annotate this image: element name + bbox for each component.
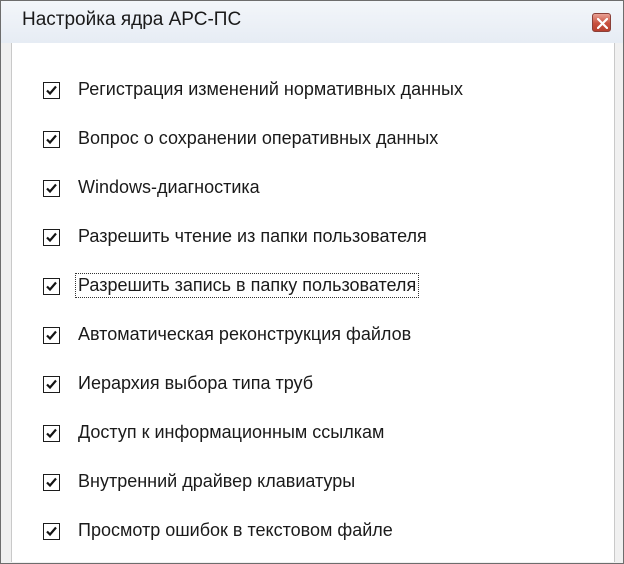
close-icon xyxy=(597,18,608,29)
option-windows-diagnostics[interactable]: Windows-диагностика xyxy=(12,170,602,204)
option-info-links-access[interactable]: Доступ к информационным ссылкам xyxy=(12,415,602,449)
checkmark-icon xyxy=(46,232,57,243)
option-allow-write-user-folder[interactable]: Разрешить запись в папку пользователя xyxy=(12,268,602,302)
checkbox[interactable] xyxy=(43,82,60,99)
option-view-errors-text-file[interactable]: Просмотр ошибок в текстовом файле xyxy=(12,513,602,547)
option-label: Просмотр ошибок в текстовом файле xyxy=(78,520,393,540)
checkmark-icon xyxy=(46,85,57,96)
option-label: Регистрация изменений нормативных данных xyxy=(78,79,463,99)
checkmark-icon xyxy=(46,134,57,145)
checkbox[interactable] xyxy=(43,229,60,246)
option-allow-read-user-folder[interactable]: Разрешить чтение из папки пользователя xyxy=(12,219,602,253)
option-label: Windows-диагностика xyxy=(78,177,260,197)
checkmark-icon xyxy=(46,526,57,537)
checkbox[interactable] xyxy=(43,376,60,393)
checkmark-icon xyxy=(46,477,57,488)
title-bar[interactable]: Настройка ядра АРС-ПС xyxy=(1,1,623,43)
checkbox[interactable] xyxy=(43,474,60,491)
checkbox[interactable] xyxy=(43,131,60,148)
option-auto-file-reconstruction[interactable]: Автоматическая реконструкция файлов xyxy=(12,317,602,351)
option-label: Иерархия выбора типа труб xyxy=(78,373,314,393)
option-label: Вопрос о сохранении оперативных данных xyxy=(78,128,439,148)
option-label: Разрешить чтение из папки пользователя xyxy=(78,226,427,246)
option-internal-keyboard-driver[interactable]: Внутренний драйвер клавиатуры xyxy=(12,464,602,498)
option-pipe-type-hierarchy[interactable]: Иерархия выбора типа труб xyxy=(12,366,602,400)
option-label: Внутренний драйвер клавиатуры xyxy=(78,471,356,491)
option-label: Разрешить запись в папку пользователя xyxy=(74,273,420,298)
option-ask-save-operative-data[interactable]: Вопрос о сохранении оперативных данных xyxy=(12,121,602,155)
dialog-title: Настройка ядра АРС-ПС xyxy=(22,9,242,30)
checkmark-icon xyxy=(46,281,57,292)
checkmark-icon xyxy=(46,379,57,390)
checkmark-icon xyxy=(46,330,57,341)
checkbox[interactable] xyxy=(43,180,60,197)
checkbox[interactable] xyxy=(43,327,60,344)
checkbox[interactable] xyxy=(43,425,60,442)
checkbox[interactable] xyxy=(43,523,60,540)
checkbox[interactable] xyxy=(43,278,60,295)
options-panel: Регистрация изменений нормативных данных… xyxy=(11,43,615,562)
settings-dialog: Настройка ядра АРС-ПС Регистрация измене… xyxy=(0,0,624,564)
close-button[interactable] xyxy=(592,13,611,32)
checkmark-icon xyxy=(46,183,57,194)
option-label: Доступ к информационным ссылкам xyxy=(78,422,385,442)
option-label: Автоматическая реконструкция файлов xyxy=(78,324,412,344)
checkmark-icon xyxy=(46,428,57,439)
option-register-normative-changes[interactable]: Регистрация изменений нормативных данных xyxy=(12,72,602,106)
